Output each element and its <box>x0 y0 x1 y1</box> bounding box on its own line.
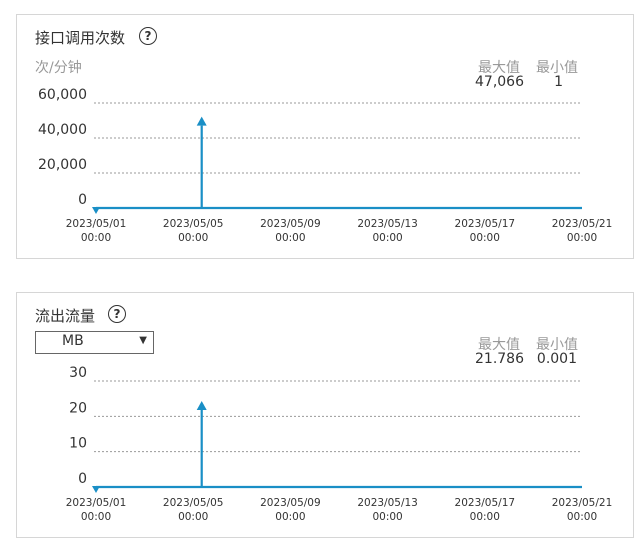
y-tick-label: 0 <box>78 471 87 487</box>
series-line <box>96 410 582 489</box>
x-tick-label: 2023/05/13 <box>357 497 418 509</box>
api-calls-panel: 接口调用次数 ? 次/分钟 最大值 最小值 47,066 1 60,000 40,… <box>16 14 634 259</box>
min-marker <box>92 206 100 214</box>
x-tick-label: 00:00 <box>275 232 305 244</box>
x-tick-label: 00:00 <box>372 511 402 523</box>
x-tick-label: 2023/05/13 <box>357 218 418 230</box>
y-tick-label: 0 <box>78 192 87 208</box>
min-marker <box>92 485 100 493</box>
x-tick-label: 00:00 <box>470 511 500 523</box>
x-tick-label: 2023/05/17 <box>455 218 516 230</box>
y-tick-label: 30 <box>69 365 87 381</box>
x-tick-label: 2023/05/21 <box>552 218 613 230</box>
x-tick-label: 00:00 <box>275 511 305 523</box>
y-tick-label: 60,000 <box>38 87 87 103</box>
x-tick-label: 2023/05/01 <box>66 497 127 509</box>
x-tick-label: 2023/05/21 <box>552 497 613 509</box>
outbound-traffic-panel: 流出流量 ? MB ▼ 最大值 最小值 21.786 0.001 30 20 10 0… <box>16 292 634 538</box>
x-tick-label: 00:00 <box>567 511 597 523</box>
max-marker <box>196 116 207 126</box>
x-tick-label: 2023/05/09 <box>260 218 321 230</box>
y-tick-label: 20 <box>69 400 87 416</box>
x-tick-label: 00:00 <box>178 232 208 244</box>
x-tick-label: 2023/05/09 <box>260 497 321 509</box>
api-calls-chart: 60,000 40,000 20,000 0 2023/05/01 00:00 2023/0… <box>38 87 613 244</box>
x-tick-label: 00:00 <box>372 232 402 244</box>
x-tick-label: 00:00 <box>567 232 597 244</box>
y-tick-label: 40,000 <box>38 122 87 138</box>
x-tick-label: 2023/05/05 <box>163 218 224 230</box>
y-tick-label: 10 <box>69 436 87 452</box>
max-marker <box>196 401 207 411</box>
x-tick-label: 2023/05/17 <box>455 497 516 509</box>
y-tick-label: 20,000 <box>38 157 87 173</box>
x-tick-label: 2023/05/05 <box>163 497 224 509</box>
x-tick-label: 00:00 <box>81 232 111 244</box>
x-tick-label: 00:00 <box>81 511 111 523</box>
outbound-traffic-chart: 30 20 10 0 2023/05/01 00:00 2023/05/05 00:00 202… <box>66 365 613 523</box>
x-tick-label: 2023/05/01 <box>66 218 127 230</box>
x-tick-label: 00:00 <box>470 232 500 244</box>
x-tick-label: 00:00 <box>178 511 208 523</box>
